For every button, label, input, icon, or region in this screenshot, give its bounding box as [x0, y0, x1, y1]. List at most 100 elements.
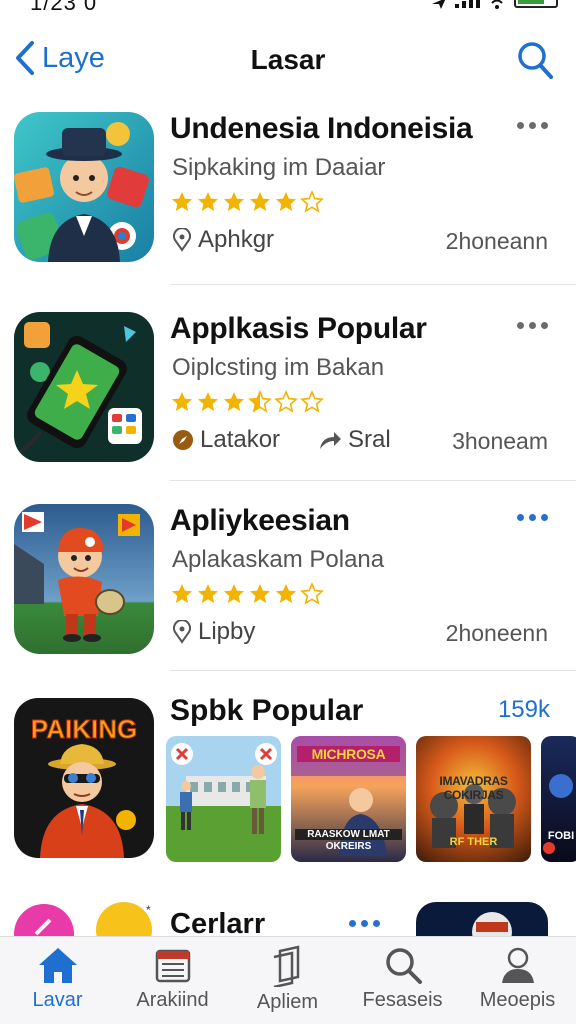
app-meta-location: Lipby: [172, 618, 255, 646]
section-icon-text: PAIKING: [31, 714, 137, 744]
status-time: 1/23 0: [30, 0, 98, 15]
rating-stars: [170, 582, 324, 606]
tab-apliem[interactable]: Apliem: [230, 945, 345, 1014]
phone-star-icon: [14, 312, 154, 462]
battery-icon: [514, 0, 558, 8]
app-meta-mid-text: Sral: [348, 426, 391, 453]
app-meta-left-text: Aphkgr: [198, 226, 275, 253]
tab-arakiind[interactable]: Arakiind: [115, 945, 230, 1012]
star-full-icon: [224, 584, 244, 603]
parking-character-icon: PAIKING: [14, 698, 154, 858]
search-icon: [385, 948, 422, 984]
thumbnail-card[interactable]: IMAVADRAS COKIRJAS RF THER: [416, 736, 531, 862]
page-title: Lasar: [250, 44, 326, 75]
tab-label: Fesaseis: [362, 989, 443, 1011]
search-button[interactable]: [516, 40, 554, 85]
app-icon-phone[interactable]: [14, 312, 154, 462]
thumbnail-title: IMAVADRAS COKIRJAS: [439, 774, 508, 802]
star-full-icon: [276, 192, 296, 211]
section-count[interactable]: 159k: [498, 696, 550, 724]
star-empty-icon: [274, 390, 298, 413]
star-full-icon: [172, 392, 192, 411]
app-meta-category: Latakor: [172, 426, 280, 454]
share-arrow-icon: [320, 432, 341, 449]
app-subtitle: Aplakaskam Polana: [172, 546, 385, 573]
star-full-icon: [224, 392, 244, 411]
star-full-icon: [172, 584, 192, 603]
signal-icon: [455, 0, 480, 8]
rating-stars: [170, 390, 324, 414]
thumbnail-card[interactable]: [166, 736, 281, 862]
navigation-header: Laye Lasar: [0, 30, 576, 94]
app-subtitle: Sipkaking im Daaiar: [172, 154, 386, 181]
partial-poster-image: [543, 774, 573, 854]
app-icon-detective[interactable]: [14, 112, 154, 262]
star-full-icon: [198, 392, 218, 411]
status-bar: 1/23 0: [0, 0, 576, 22]
airplane-icon: [432, 0, 446, 9]
search-icon: [518, 42, 553, 79]
app-meta-right: 2honeann: [445, 228, 548, 254]
app-list-item[interactable]: Apliykeesian Aplakaskam Polana Lipby 2ho…: [0, 504, 576, 694]
svg-text:*: *: [146, 903, 151, 917]
tab-label: Lavar: [32, 989, 83, 1011]
sport-character-icon: [14, 504, 154, 654]
star-full-icon: [250, 584, 270, 603]
compass-icon: [173, 430, 193, 450]
partial-app-icon: *: [14, 902, 152, 940]
app-icon-sport[interactable]: [14, 504, 154, 654]
calendar-icon: [155, 949, 190, 983]
layers-icon: [273, 945, 299, 987]
app-list-item[interactable]: Undenesia Indoneisia Sipkaking im Daaiar…: [0, 112, 576, 302]
star-full-icon: [224, 192, 244, 211]
app-meta-right: 2honeenn: [445, 620, 548, 646]
detective-character-icon: [14, 112, 154, 262]
location-pin-icon: [173, 228, 191, 252]
star-half-icon: [248, 390, 272, 413]
tab-label: Meoepis: [479, 989, 556, 1011]
bottom-tab-bar: Lavar Arakiind Apliem Fesaseis Meoepis: [0, 936, 576, 1024]
star-full-icon: [250, 192, 270, 211]
app-name: Applkasis Popular: [170, 312, 427, 345]
partial-promo-image: [416, 902, 548, 940]
thumbnail-title: MICHROSA: [297, 746, 400, 762]
more-options-button[interactable]: [517, 318, 548, 333]
divider: [170, 670, 576, 671]
star-full-icon: [276, 584, 296, 603]
divider: [170, 284, 576, 285]
thumbnail-card[interactable]: MICHROSA RAASKOW LMAT OKREIRS: [291, 736, 406, 862]
app-subtitle: Oiplcsting im Bakan: [172, 354, 385, 381]
home-icon: [38, 948, 77, 983]
status-icons: [431, 0, 558, 10]
star-full-icon: [198, 584, 218, 603]
thumbnail-card[interactable]: FOBI: [541, 736, 576, 862]
rating-stars: [170, 190, 324, 214]
app-meta-left-text: Latakor: [200, 426, 281, 453]
tab-lavar[interactable]: Lavar: [0, 945, 115, 1012]
popular-section: PAIKING Spbk Popular 159k MICHROSA RAASK…: [0, 694, 576, 874]
person-icon: [501, 947, 534, 983]
thumbnail-carousel[interactable]: MICHROSA RAASKOW LMAT OKREIRS IMAVADRAS …: [166, 736, 576, 862]
app-list-item-partial[interactable]: * Cerlarr: [0, 896, 576, 940]
app-meta-location: Aphkgr: [172, 226, 274, 254]
section-feature-icon[interactable]: PAIKING: [14, 698, 154, 858]
thumbnail-subtitle-2: OKREIRS: [325, 841, 372, 852]
star-full-icon: [172, 192, 192, 211]
section-title: Spbk Popular: [170, 694, 364, 727]
more-options-button[interactable]: [517, 118, 548, 133]
app-name: Apliykeesian: [170, 504, 350, 537]
tab-label: Arakiind: [136, 989, 209, 1011]
more-options-button[interactable]: [349, 916, 380, 931]
more-options-button[interactable]: [517, 510, 548, 525]
thumbnail-subtitle: RAASKOW LMAT: [295, 829, 402, 840]
app-meta-right: 3honeam: [452, 428, 548, 454]
thumbnail-subtitle: RF THER: [449, 836, 498, 848]
app-name: Undenesia Indoneisia: [170, 112, 473, 145]
location-pin-icon: [173, 620, 191, 644]
star-empty-icon: [300, 582, 324, 605]
app-list-item[interactable]: Applkasis Popular Oiplcsting im Bakan La…: [0, 312, 576, 502]
star-full-icon: [198, 192, 218, 211]
tab-meoepis[interactable]: Meoepis: [460, 945, 575, 1012]
tab-fesaseis[interactable]: Fesaseis: [345, 945, 460, 1012]
field-scene-image: [166, 736, 281, 862]
